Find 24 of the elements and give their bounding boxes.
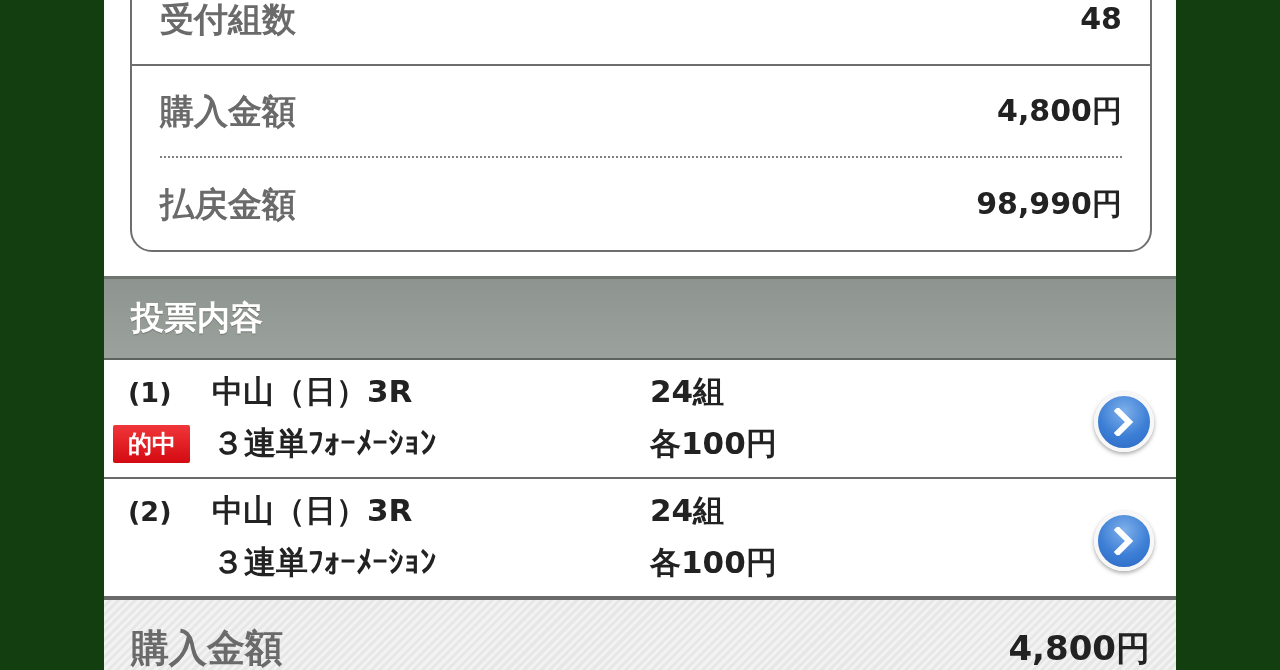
bet-type: ３連単ﾌｫｰﾒｰｼｮﾝ xyxy=(212,423,436,464)
unit-price: 各100円 xyxy=(650,543,777,582)
combination-count: 24組 xyxy=(650,491,725,530)
hit-badge: 的中 xyxy=(113,425,190,463)
total-label: 購入金額 xyxy=(131,627,283,669)
bet-number: (1) xyxy=(127,376,172,408)
bet-type: ３連単ﾌｫｰﾒｰｼｮﾝ xyxy=(212,542,436,583)
section-title: 投票内容 xyxy=(131,297,263,339)
summary-value: 98,990円 xyxy=(976,185,1122,223)
unit-price: 各100円 xyxy=(650,424,777,463)
total-value: 4,800円 xyxy=(1008,627,1150,669)
detail-button[interactable] xyxy=(1094,392,1154,452)
race-name: 中山（日）3R xyxy=(212,491,413,530)
chevron-right-icon xyxy=(1114,527,1134,555)
detail-button[interactable] xyxy=(1094,511,1154,571)
summary-value: 48 xyxy=(1080,0,1122,38)
summary-label: 購入金額 xyxy=(160,91,296,131)
combination-count: 24組 xyxy=(650,372,725,411)
chevron-right-icon xyxy=(1114,408,1134,436)
summary-label: 払戻金額 xyxy=(160,184,296,224)
summary-value: 4,800円 xyxy=(997,92,1122,130)
summary-label: 受付組数 xyxy=(160,0,296,39)
race-name: 中山（日）3R xyxy=(212,372,413,411)
bet-number: (2) xyxy=(127,495,172,527)
